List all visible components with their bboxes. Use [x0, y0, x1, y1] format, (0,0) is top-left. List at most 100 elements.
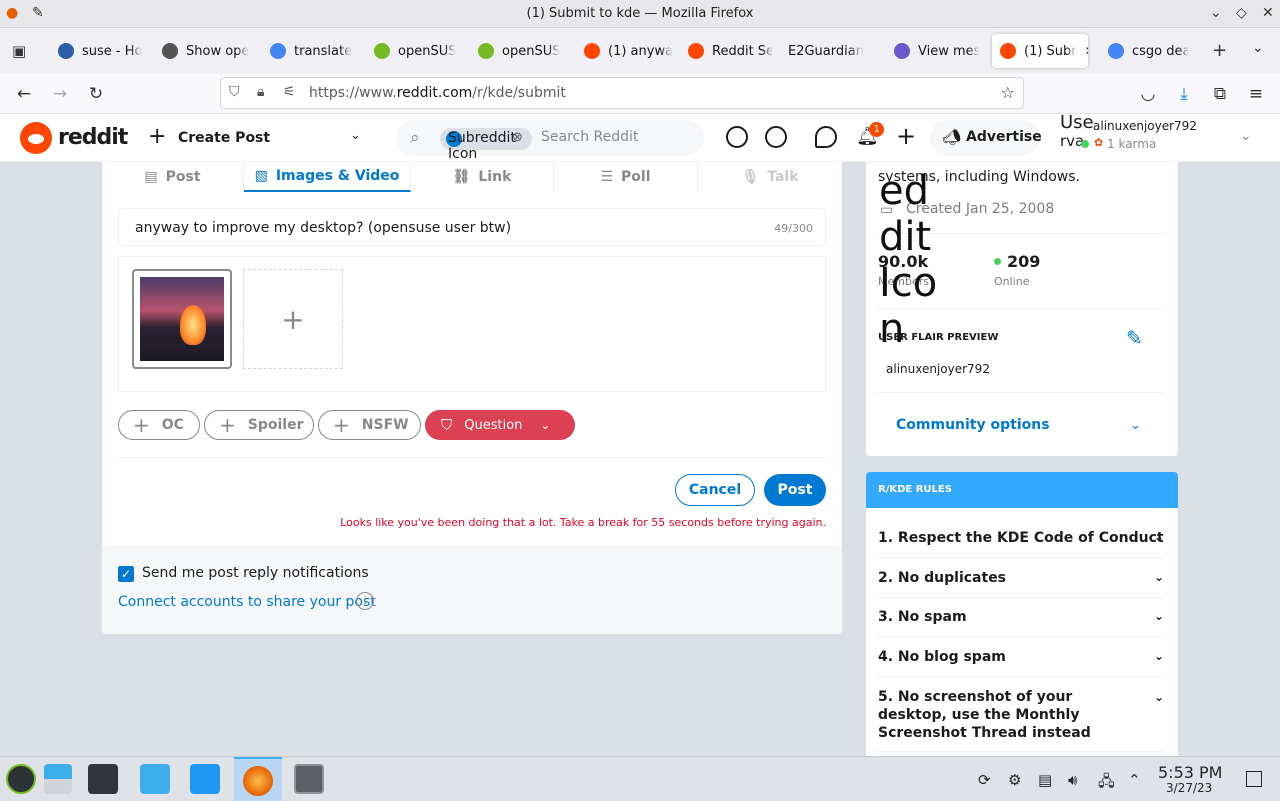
network-share-icon[interactable]: ⚙ — [1008, 771, 1021, 789]
browser-tab[interactable]: openSUS — [366, 34, 462, 68]
url-bar[interactable]: ⛉ 🔒︎ ⚟ https://www.reddit.com/r/kde/subm… — [220, 77, 1024, 109]
updates-icon[interactable]: ⟳ — [978, 771, 991, 789]
community-options-toggle[interactable]: Community options — [896, 417, 1050, 433]
user-menu-chevron-icon[interactable]: ⌄ — [1240, 128, 1252, 144]
rule-text: 3. No spam — [878, 609, 967, 625]
browser-tab[interactable]: translate — [262, 34, 358, 68]
url-text[interactable]: https://www.reddit.com/r/kde/submit — [309, 85, 566, 101]
chevron-down-icon: ⌄ — [1153, 649, 1164, 663]
browser-tab[interactable]: (1) anywa — [576, 34, 672, 68]
new-tab-button[interactable]: + — [1212, 40, 1227, 61]
edit-icon[interactable]: ✎ — [1126, 326, 1143, 350]
tab-favicon-icon — [58, 43, 74, 59]
chip-remove-icon[interactable]: ⊗ — [512, 130, 523, 145]
rule-item[interactable]: 5. No screenshot of your desktop, use th… — [878, 688, 1164, 752]
browser-tab[interactable]: csgo dea — [1100, 34, 1188, 68]
browser-tab[interactable]: suse - Ho — [50, 34, 146, 68]
app-launcher-icon[interactable] — [6, 764, 36, 794]
downloads-icon[interactable]: ⤓ — [1172, 82, 1196, 106]
uploaded-image-thumbnail[interactable] — [132, 269, 232, 369]
lock-icon[interactable]: 🔒︎ — [257, 84, 264, 100]
reload-button[interactable]: ↻ — [84, 82, 108, 106]
browser-tab[interactable]: Reddit Se — [680, 34, 772, 68]
tab-label: translate — [294, 43, 353, 59]
menu-icon[interactable]: ≡ — [1244, 82, 1268, 106]
minimize-icon[interactable]: ⌄ — [1210, 5, 1222, 21]
notification-checkbox[interactable]: ✓ — [118, 566, 134, 582]
title-text[interactable]: anyway to improve my desktop? (opensuse … — [135, 220, 511, 236]
tab-favicon-icon — [478, 43, 494, 59]
reddit-logo-icon[interactable] — [20, 122, 52, 154]
clipboard-icon[interactable]: ▤ — [1038, 771, 1052, 789]
tray-expand-icon[interactable]: ⌃ — [1128, 771, 1141, 789]
tab-poll[interactable]: ☰ Poll — [554, 162, 698, 192]
title-input[interactable]: anyway to improve my desktop? (opensuse … — [118, 208, 826, 246]
flair-button[interactable]: ⛉ Question ⌄ — [425, 410, 575, 440]
spoiler-button[interactable]: + Spoiler — [204, 410, 314, 440]
divider — [118, 457, 826, 458]
browser-tab[interactable]: E2Guardian — [780, 34, 876, 68]
online-label: Online — [994, 275, 1030, 288]
post-options-footer: ✓ Send me post reply notifications Conne… — [102, 546, 842, 634]
tab-link[interactable]: ⛓︎ Link — [411, 162, 554, 192]
browser-tab[interactable]: (1) Subr ✕ — [992, 34, 1088, 68]
maximize-icon[interactable]: ◇ — [1236, 5, 1247, 21]
add-media-button[interactable]: + — [243, 269, 343, 369]
rule-item[interactable]: 4. No blog spam ⌄ — [878, 649, 1164, 677]
popular-icon[interactable] — [726, 126, 748, 148]
oc-button[interactable]: + OC — [118, 410, 200, 440]
system-settings-icon[interactable] — [88, 764, 118, 794]
browser-tab[interactable]: View mes — [886, 34, 982, 68]
search-bar[interactable]: ⌕ Subreddit Icon ⊗ Search Reddit — [396, 120, 704, 162]
clock-time[interactable]: 5:53 PM — [1158, 763, 1222, 782]
tab-favicon-icon — [584, 43, 600, 59]
tab-post[interactable]: ▤ Post — [102, 162, 244, 192]
create-post-label[interactable]: Create Post — [178, 130, 270, 146]
shield-icon[interactable]: ⛉ — [229, 84, 240, 100]
show-desktop-icon[interactable] — [1246, 771, 1262, 787]
pocket-icon[interactable]: ◡ — [1136, 82, 1160, 106]
browser-tab[interactable]: openSUS — [470, 34, 566, 68]
reddit-wordmark[interactable]: reddit — [58, 125, 128, 150]
chevron-down-icon: ⌄ — [1153, 690, 1164, 704]
image-tab-icon: ▧ — [254, 168, 268, 184]
screenshot-app-icon[interactable] — [294, 764, 324, 794]
create-plus-icon[interactable]: + — [896, 122, 916, 150]
post-submit-button[interactable]: Post — [764, 474, 826, 506]
discover-icon[interactable] — [140, 764, 170, 794]
browser-tab[interactable]: Show ope — [154, 34, 254, 68]
close-tab-icon[interactable]: ✕ — [1085, 44, 1088, 58]
volume-icon[interactable]: 🔊︎ — [1068, 771, 1077, 789]
close-icon[interactable]: ✕ — [1262, 5, 1274, 21]
clock-date[interactable]: 3/27/23 — [1166, 781, 1212, 795]
notify-label[interactable]: Send me post reply notifications — [142, 565, 369, 581]
bookmark-star-icon[interactable]: ☆ — [1001, 83, 1015, 102]
list-tabs-icon[interactable]: ⌄ — [1252, 40, 1264, 56]
subreddit-chip[interactable]: Subreddit Icon ⊗ — [440, 128, 532, 162]
rule-item[interactable]: 1. Respect the KDE Code of Conduct ⌄ — [878, 530, 1164, 558]
chat-icon[interactable] — [815, 126, 837, 148]
rule-item[interactable]: 2. No duplicates ⌄ — [878, 570, 1164, 598]
extensions-icon[interactable]: ⧉ — [1208, 82, 1232, 106]
community-options-chevron-icon[interactable]: ⌄ — [1130, 418, 1141, 433]
permissions-icon[interactable]: ⚟ — [283, 84, 296, 100]
nsfw-button[interactable]: + NSFW — [318, 410, 421, 440]
desktop-pager-icon[interactable] — [44, 764, 72, 794]
tab-images-video[interactable]: ▧ Images & Video — [244, 162, 411, 192]
rule-item[interactable]: 3. No spam ⌄ — [878, 609, 1164, 637]
tab-talk[interactable]: 🎙︎ Talk — [698, 162, 842, 192]
back-button[interactable]: ← — [12, 82, 36, 106]
advertise-button[interactable]: 📣︎ Advertise — [930, 120, 1042, 156]
firefox-view-icon[interactable]: ▣ — [12, 42, 26, 60]
cancel-button[interactable]: Cancel — [675, 474, 755, 506]
info-icon[interactable]: i — [356, 592, 374, 610]
connect-accounts-link[interactable]: Connect accounts to share your post — [118, 594, 376, 610]
taskbar-firefox-active[interactable] — [234, 757, 282, 801]
username[interactable]: alinuxenjoyer792 — [1093, 119, 1197, 133]
file-manager-icon[interactable] — [190, 764, 220, 794]
network-icon[interactable]: 🖧︎ — [1098, 771, 1115, 796]
forward-button[interactable]: → — [48, 82, 72, 106]
rule-text: 2. No duplicates — [878, 570, 1007, 586]
create-post-chevron-icon[interactable]: ⌄ — [350, 128, 361, 143]
coins-icon[interactable] — [765, 126, 787, 148]
